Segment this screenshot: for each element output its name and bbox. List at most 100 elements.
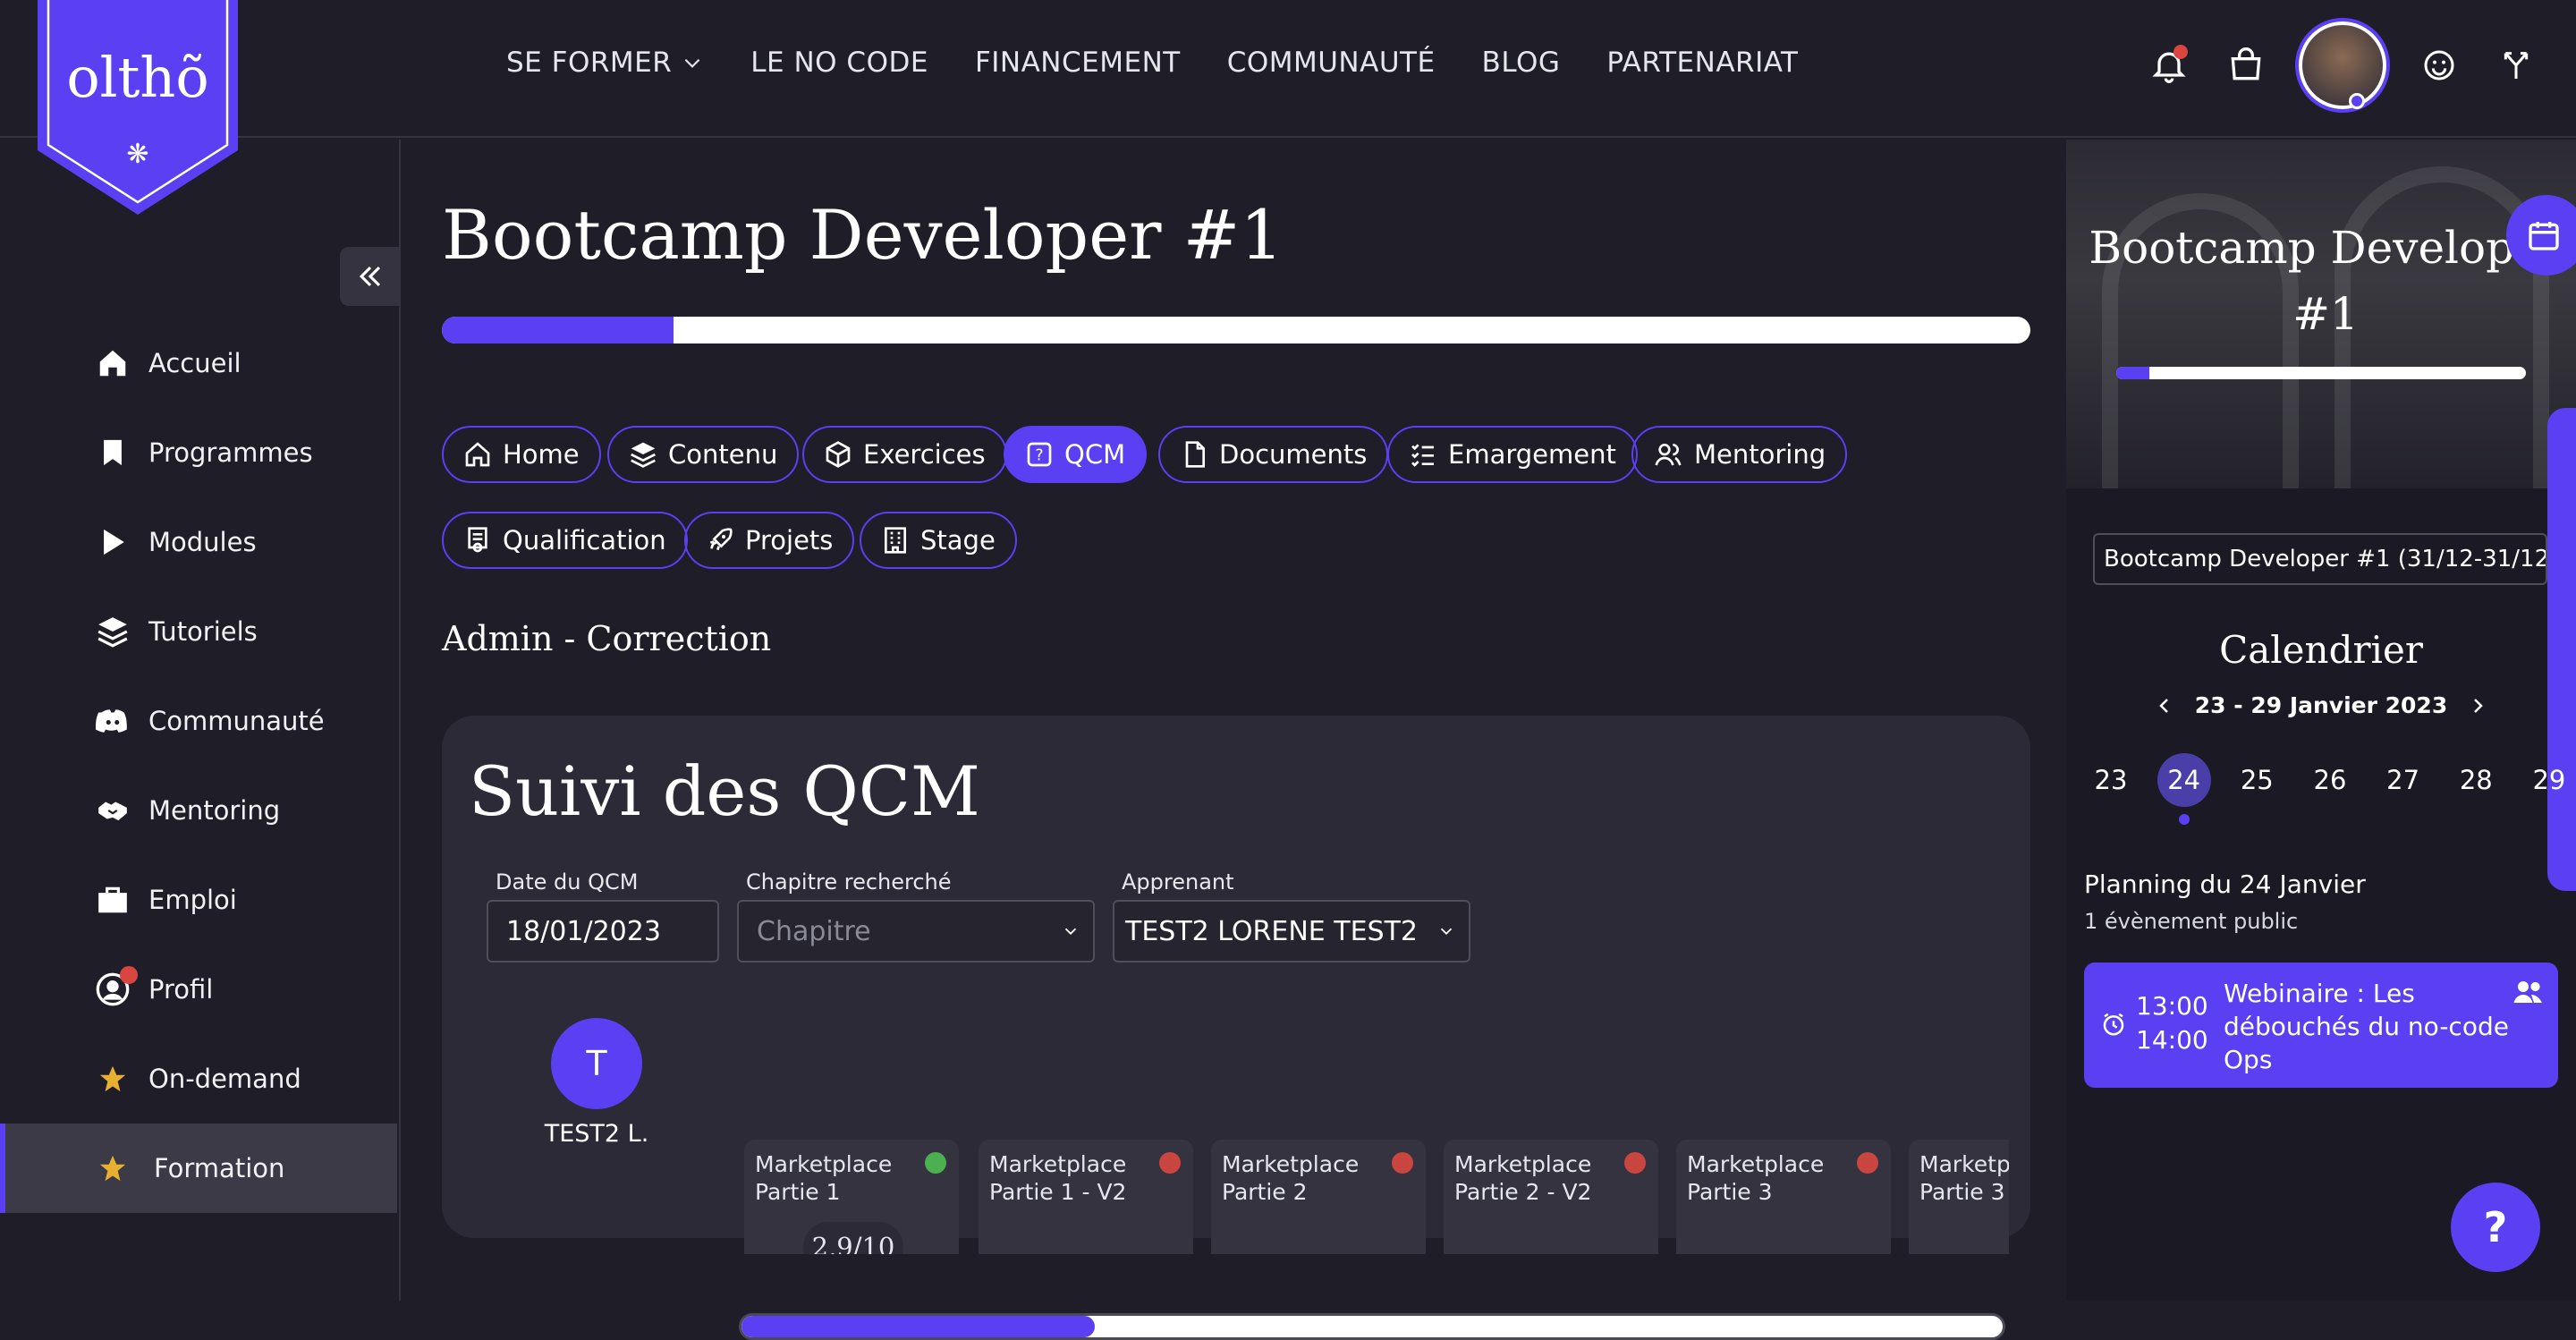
sidebar-item-label: Formation [154, 1153, 285, 1183]
learner-value: TEST2 LORENE TEST2 [1125, 915, 1418, 947]
qcm-card[interactable]: Marketplace Partie 3 [1676, 1140, 1891, 1254]
sidebar-item-mentoring[interactable]: Mentoring [0, 766, 397, 855]
chevron-right-icon[interactable] [2467, 695, 2488, 717]
tab-emargement[interactable]: Emargement [1387, 426, 1638, 483]
day-28[interactable]: 28 [2449, 753, 2503, 807]
qcm-card[interactable]: Marketplace Partie 3 [1909, 1140, 2009, 1254]
avatar-badge [2349, 93, 2365, 109]
cart-button[interactable] [2222, 41, 2270, 89]
qcm-title-line1: Marketplace [1919, 1151, 2009, 1177]
certificate-icon [468, 527, 487, 553]
calendar-icon [2529, 222, 2559, 250]
qcm-title-line1: Marketplace [989, 1151, 1127, 1177]
learner-select[interactable]: TEST2 LORENE TEST2 [1113, 900, 1470, 963]
nav-partenariat[interactable]: PARTENARIAT [1606, 47, 1798, 79]
nav-le-no-code[interactable]: LE NO CODE [750, 47, 928, 79]
day-26[interactable]: 26 [2303, 753, 2357, 807]
tab-documents[interactable]: Documents [1158, 426, 1389, 483]
qcm-status-dot [1624, 1152, 1646, 1174]
double-chevron-left-icon [359, 266, 381, 287]
tab-label: Mentoring [1694, 439, 1826, 470]
tab-exercices[interactable]: Exercices [802, 426, 1007, 483]
tab-label: Emargement [1448, 439, 1616, 470]
sidebar-item-label: Tutoriels [148, 616, 258, 647]
fork-button[interactable] [2492, 41, 2540, 89]
course-progress-fill [442, 317, 674, 343]
qcm-card[interactable]: Marketplace Partie 1 2,9/10 [744, 1140, 959, 1254]
user-avatar[interactable] [2299, 21, 2386, 109]
qcm-horizontal-scrollbar[interactable] [739, 1313, 2005, 1340]
sidebar-item-formation[interactable]: Formation [0, 1124, 397, 1213]
fork-icon [2504, 52, 2529, 79]
date-label: Date du QCM [496, 869, 639, 895]
qcm-card[interactable]: Marketplace Partie 2 - V2 [1444, 1140, 1658, 1254]
sidebar-item-accueil[interactable]: Accueil [0, 318, 397, 408]
day-27[interactable]: 27 [2377, 753, 2430, 807]
sidebar-item-label: Emploi [148, 885, 237, 915]
qcm-status-dot [1392, 1152, 1413, 1174]
main-nav: SE FORMER LE NO CODE FINANCEMENT COMMUNA… [506, 47, 1798, 79]
tab-label: QCM [1064, 439, 1126, 470]
session-select[interactable]: Bootcamp Developer #1 (31/12-31/12) [2093, 533, 2547, 585]
event-card[interactable]: 13:00 14:00 Webinaire : Les débouchés du… [2084, 963, 2558, 1088]
briefcase-icon [95, 882, 131, 918]
course-hero: Bootcamp Developer #1 [2066, 140, 2576, 488]
nav-se-former-label: SE FORMER [506, 47, 673, 79]
tab-home[interactable]: Home [442, 426, 601, 483]
svg-text:?: ? [1035, 447, 1043, 465]
nav-financement[interactable]: FINANCEMENT [975, 47, 1181, 79]
tab-qcm[interactable]: ? QCM [1004, 426, 1148, 483]
chevron-left-icon[interactable] [2154, 695, 2175, 717]
brand-logo[interactable]: olthõ ❋ [38, 0, 238, 215]
session-value: Bootcamp Developer #1 (31/12-31/12) [2104, 546, 2547, 572]
date-field[interactable]: 18/01/2023 [487, 900, 719, 963]
emoji-button[interactable] [2415, 41, 2463, 89]
building-icon [885, 527, 906, 554]
qcm-status-dot [1857, 1152, 1878, 1174]
tab-stage[interactable]: Stage [860, 512, 1017, 569]
card-title: Suivi des QCM [469, 751, 980, 831]
home-outline-icon [465, 442, 490, 467]
nav-communaute[interactable]: COMMUNAUTÉ [1227, 47, 1436, 79]
sidebar-item-programmes[interactable]: Programmes [0, 408, 397, 497]
tab-contenu[interactable]: Contenu [607, 426, 800, 483]
checklist-icon [1411, 444, 1434, 467]
help-button[interactable]: ? [2451, 1183, 2540, 1272]
sidebar-item-on-demand[interactable]: On-demand [0, 1034, 397, 1124]
right-panel: Bootcamp Developer #1 Bootcamp Developer… [2066, 140, 2576, 1301]
collapse-sidebar-button[interactable] [340, 247, 401, 306]
chevron-down-icon [1064, 928, 1077, 936]
day-23[interactable]: 23 [2084, 753, 2138, 807]
qcm-title-line2: Partie 3 [1919, 1179, 2005, 1205]
nav-se-former[interactable]: SE FORMER [506, 47, 704, 79]
qcm-card[interactable]: Marketplace Partie 1 - V2 [979, 1140, 1193, 1254]
qcm-card[interactable]: Marketplace Partie 2 [1211, 1140, 1426, 1254]
tab-qualification[interactable]: Qualification [442, 512, 688, 569]
qcm-tracking-card: Suivi des QCM Date du QCM 18/01/2023 Cha… [442, 716, 2030, 1340]
sidebar-item-modules[interactable]: Modules [0, 497, 397, 587]
day-29[interactable]: 29 [2522, 753, 2576, 807]
day-25[interactable]: 25 [2230, 753, 2284, 807]
tab-projets[interactable]: Projets [684, 512, 855, 569]
logo-text: olthõ [66, 45, 208, 110]
chapter-select[interactable]: Chapitre [737, 900, 1095, 963]
sidebar-item-tutoriels[interactable]: Tutoriels [0, 587, 397, 676]
nav-blog[interactable]: BLOG [1482, 47, 1561, 79]
learner-name: TEST2 L. [544, 1120, 649, 1148]
sidebar-item-profil[interactable]: Profil [0, 945, 397, 1034]
notifications-button[interactable] [2145, 41, 2193, 89]
day-24[interactable]: 24 [2157, 753, 2211, 807]
sidebar-item-label: On-demand [148, 1064, 301, 1094]
tab-mentoring[interactable]: Mentoring [1631, 426, 1848, 483]
qcm-status-dot [1159, 1152, 1181, 1174]
scrollbar-thumb[interactable] [741, 1316, 1095, 1337]
qcm-status-dot [925, 1152, 946, 1174]
sidebar-item-emploi[interactable]: Emploi [0, 855, 397, 945]
chapter-label: Chapitre recherché [746, 869, 952, 895]
sidebar-item-communaute[interactable]: Communauté [0, 676, 397, 766]
tab-label: Contenu [668, 439, 778, 470]
qcm-title-line1: Marketplace [1454, 1151, 1592, 1177]
qcm-title-line2: Partie 2 - V2 [1454, 1179, 1592, 1205]
calendar-title: Calendrier [2219, 628, 2423, 672]
users-icon [1655, 444, 1682, 466]
